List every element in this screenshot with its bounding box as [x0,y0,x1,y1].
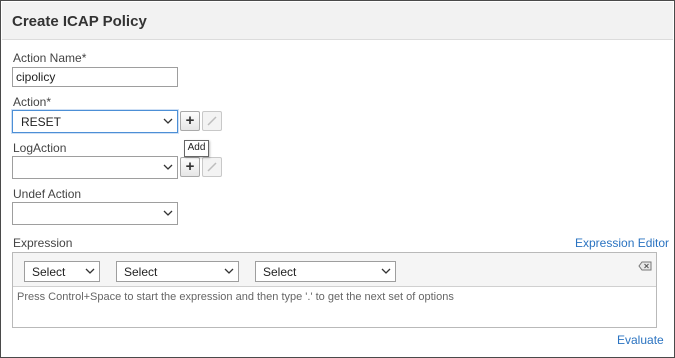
chevron-down-icon [381,268,391,274]
create-icap-policy-dialog: Create ICAP Policy Action Name* Action* … [0,0,675,358]
action-name-input[interactable] [12,67,178,87]
action-name-label: Action Name* [13,51,87,65]
edit-log-action-button[interactable] [202,157,222,177]
add-log-action-button[interactable]: + [180,157,200,177]
evaluate-link[interactable]: Evaluate [617,333,664,347]
expression-label: Expression [13,236,73,250]
backspace-icon[interactable] [638,261,652,271]
expression-select-3[interactable]: Select [255,261,396,282]
log-action-select[interactable] [12,156,178,179]
log-action-label: LogAction [13,141,67,155]
expression-select-3-value: Select [263,265,297,279]
expression-select-1[interactable]: Select [24,261,100,282]
pencil-icon [207,162,217,172]
expression-editor-link[interactable]: Expression Editor [575,236,669,250]
edit-action-button[interactable] [202,111,222,131]
chevron-down-icon [163,210,173,216]
action-select[interactable]: RESET [12,110,178,133]
expression-input[interactable]: Press Control+Space to start the express… [17,291,454,303]
dialog-header: Create ICAP Policy [2,2,673,40]
chevron-down-icon [163,118,173,124]
chevron-down-icon [224,268,234,274]
chevron-down-icon [163,164,173,170]
pencil-icon [207,116,217,126]
action-select-value: RESET [21,115,62,129]
expression-box: Select Select Select Press Control+Space… [12,252,657,328]
undef-action-select[interactable] [12,202,178,225]
action-label: Action* [13,95,52,109]
undef-action-label: Undef Action [13,187,82,201]
add-action-button[interactable]: + [180,111,200,131]
chevron-down-icon [85,268,95,274]
expression-select-1-value: Select [32,265,66,279]
expression-toolbar: Select Select Select [13,253,656,287]
expression-select-2-value: Select [124,265,158,279]
dialog-title: Create ICAP Policy [12,13,147,30]
add-tooltip: Add [184,140,209,157]
expression-select-2[interactable]: Select [116,261,239,282]
